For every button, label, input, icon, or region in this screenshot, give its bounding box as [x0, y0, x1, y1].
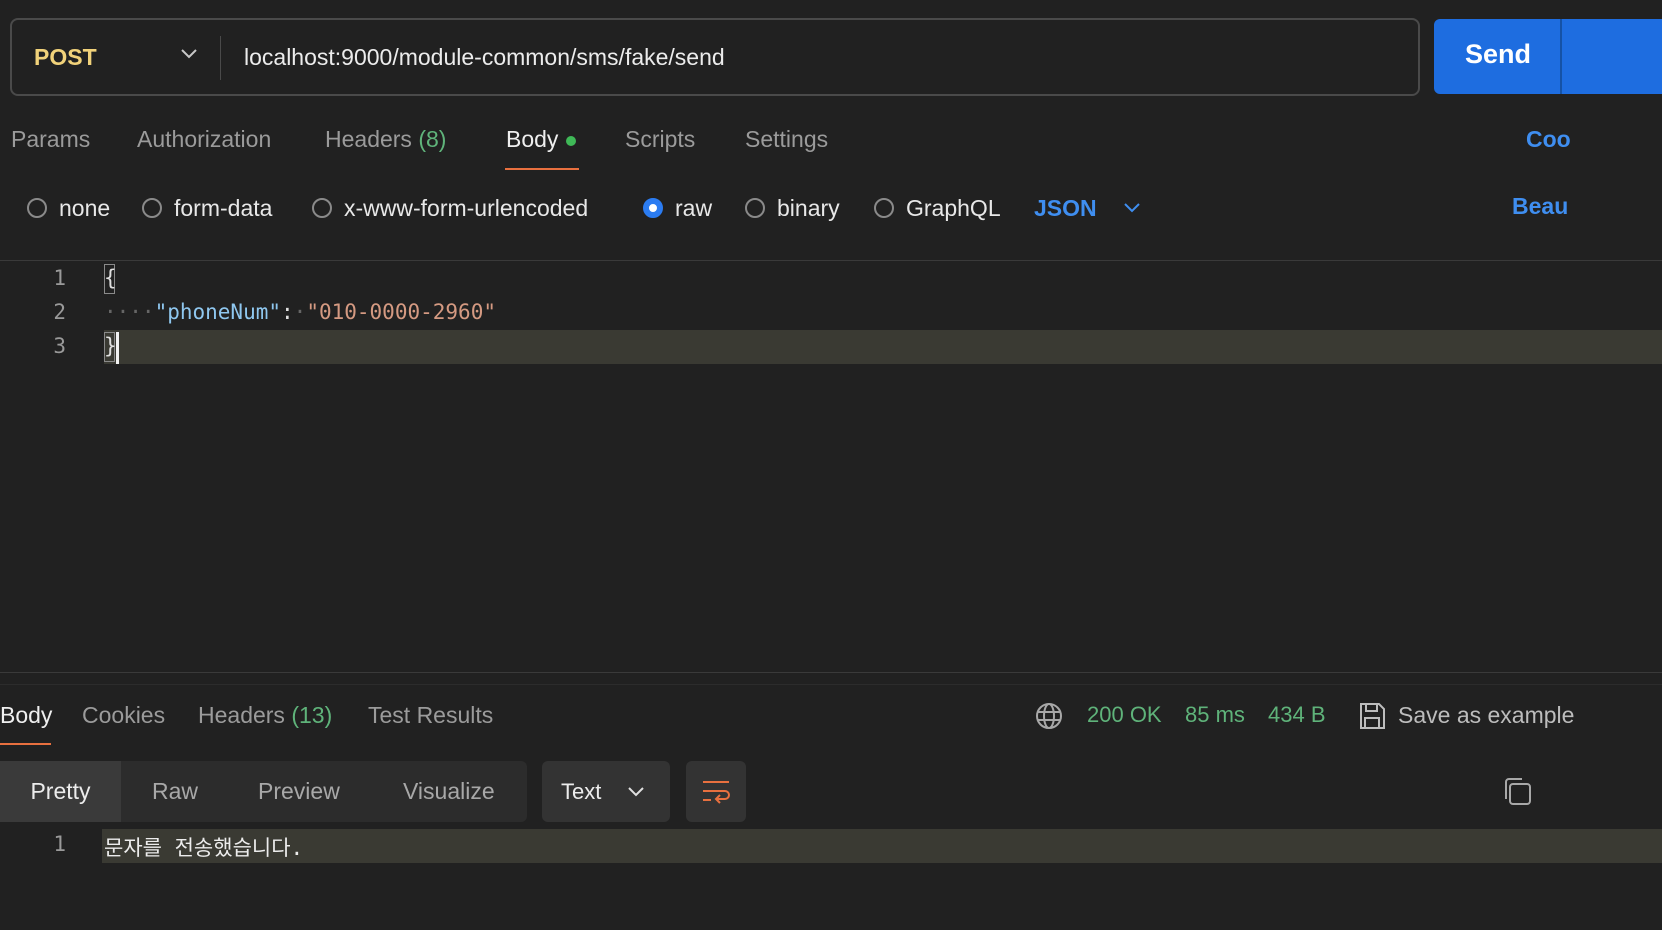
chevron-down-icon: [181, 49, 197, 59]
response-body-text[interactable]: 문자를 전송했습니다.: [104, 832, 303, 862]
response-tab-headers-count: (13): [291, 702, 333, 728]
radio-urlencoded[interactable]: x-www-form-urlencoded: [312, 193, 588, 223]
tab-settings[interactable]: Settings: [745, 126, 828, 153]
view-preview-button[interactable]: Preview: [258, 761, 340, 822]
current-line-highlight: [104, 330, 1662, 364]
tab-params[interactable]: Params: [11, 126, 90, 153]
radio-graphql-label: GraphQL: [906, 194, 1001, 221]
editor-top-divider: [0, 260, 1662, 261]
radio-binary[interactable]: binary: [745, 193, 840, 223]
radio-form-data[interactable]: form-data: [142, 193, 272, 223]
indent-dots: ····: [104, 300, 155, 324]
active-tab-underline: [505, 168, 579, 170]
wrap-text-icon: [703, 781, 730, 804]
line-number: 1: [53, 266, 66, 290]
tab-body-label: Body: [506, 126, 559, 152]
tab-body[interactable]: Body: [506, 126, 577, 153]
response-tab-cookies[interactable]: Cookies: [82, 702, 165, 729]
save-as-example-button[interactable]: Save as example: [1398, 702, 1574, 729]
status-code[interactable]: 200 OK: [1087, 702, 1162, 728]
body-format-label: JSON: [1034, 194, 1097, 221]
radio-circle: [142, 198, 162, 218]
response-divider: [0, 672, 1662, 673]
radio-raw-label: raw: [675, 194, 713, 221]
radio-circle: [312, 198, 332, 218]
view-visualize-button[interactable]: Visualize: [403, 761, 495, 822]
radio-binary-label: binary: [777, 194, 840, 221]
response-format-label: Text: [561, 779, 602, 804]
response-time[interactable]: 85 ms: [1185, 702, 1245, 728]
body-type-radio-group: none form-data x-www-form-urlencoded raw…: [0, 193, 1662, 223]
response-tab-headers[interactable]: Headers (13): [198, 702, 332, 729]
url-divider: [220, 36, 221, 80]
radio-circle-selected: [643, 198, 663, 218]
cookies-link[interactable]: Coo: [1526, 126, 1571, 153]
radio-circle: [874, 198, 894, 218]
tab-authorization[interactable]: Authorization: [137, 126, 271, 153]
line-number: 3: [53, 334, 66, 358]
json-key: "phoneNum": [154, 300, 282, 324]
response-tab-headers-label: Headers: [198, 702, 285, 728]
response-divider-inner: [0, 684, 1662, 685]
tab-headers-label: Headers: [325, 126, 412, 152]
radio-circle: [745, 198, 765, 218]
response-tab-test-results[interactable]: Test Results: [368, 702, 493, 729]
response-tab-body[interactable]: Body: [0, 702, 52, 729]
tab-headers[interactable]: Headers (8): [325, 126, 446, 153]
code-open-brace: {: [104, 266, 117, 290]
copy-icon[interactable]: [1500, 775, 1534, 809]
url-input[interactable]: localhost:9000/module-common/sms/fake/se…: [244, 20, 725, 94]
body-format-select[interactable]: JSON: [1034, 193, 1141, 223]
space-dot: ·: [293, 300, 307, 324]
globe-icon[interactable]: [1035, 702, 1063, 730]
response-size[interactable]: 434 B: [1268, 702, 1326, 728]
text-cursor: [116, 332, 119, 364]
view-raw-button[interactable]: Raw: [152, 761, 198, 822]
wrap-lines-button[interactable]: [686, 761, 746, 822]
view-pretty-button[interactable]: Pretty: [0, 761, 121, 822]
active-response-tab-underline: [0, 743, 51, 745]
radio-urlencoded-label: x-www-form-urlencoded: [344, 194, 589, 221]
radio-form-data-label: form-data: [174, 194, 273, 221]
send-split-divider: [1560, 19, 1562, 94]
tab-headers-count: (8): [418, 126, 447, 152]
send-button[interactable]: Send: [1434, 19, 1662, 94]
beautify-link[interactable]: Beau: [1512, 193, 1568, 220]
line-number: 2: [53, 300, 66, 324]
json-colon: :: [281, 300, 294, 324]
radio-circle: [27, 198, 47, 218]
method-label: POST: [34, 43, 97, 70]
body-modified-dot: [566, 135, 577, 146]
save-icon[interactable]: [1358, 701, 1386, 731]
code-close-brace: }: [104, 334, 117, 358]
radio-graphql[interactable]: GraphQL: [874, 193, 1001, 223]
method-select[interactable]: POST: [34, 20, 214, 94]
radio-none[interactable]: none: [27, 193, 110, 223]
json-value: "010-0000-2960": [306, 300, 496, 324]
code-line-2: ····"phoneNum":·"010-0000-2960": [104, 300, 496, 324]
response-line-number: 1: [53, 832, 66, 856]
radio-none-label: none: [59, 194, 111, 221]
response-format-select[interactable]: Text: [542, 761, 670, 822]
request-url-bar: POST localhost:9000/module-common/sms/fa…: [10, 18, 1420, 96]
chevron-down-icon: [628, 787, 644, 797]
chevron-down-icon: [1123, 203, 1140, 213]
response-line-highlight: [102, 829, 1662, 863]
radio-raw[interactable]: raw: [643, 193, 712, 223]
send-label: Send: [1465, 39, 1532, 69]
tab-scripts[interactable]: Scripts: [625, 126, 695, 153]
